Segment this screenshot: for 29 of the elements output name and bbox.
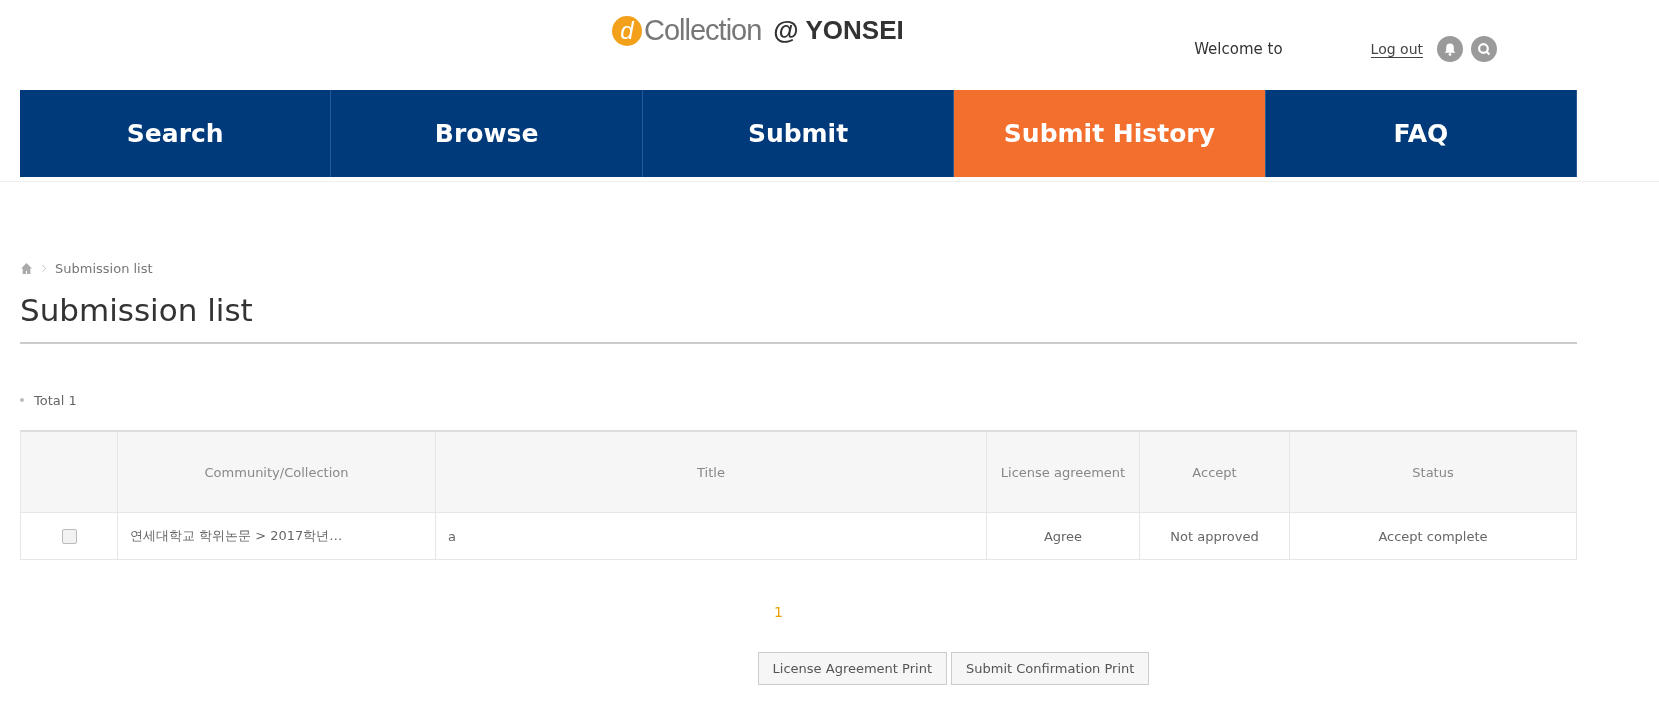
nav-tab[interactable]: Search	[20, 90, 332, 177]
logo-mark: d	[612, 15, 642, 46]
row-checkbox[interactable]	[61, 529, 77, 544]
logo-suffix: @ YONSEI	[773, 15, 904, 46]
chevron-icon	[41, 263, 47, 273]
table-cell: Accept complete	[1289, 512, 1577, 560]
table-cell: Agree	[986, 512, 1140, 560]
search-icon[interactable]	[1471, 36, 1497, 62]
table-cell: 연세대학교 학위논문 > 2017학년…	[117, 512, 436, 560]
print-button[interactable]: License Agreement Print	[757, 652, 947, 685]
welcome-text: Welcome to	[1194, 40, 1283, 58]
column-header: License agreement	[986, 431, 1140, 513]
logout-link[interactable]: Log out	[1370, 40, 1423, 58]
column-header: Status	[1289, 431, 1577, 513]
home-icon[interactable]	[20, 261, 33, 275]
column-header: Accept	[1139, 431, 1290, 513]
print-button[interactable]: Submit Confirmation Print	[951, 652, 1150, 685]
breadcrumb-item[interactable]: Submission list	[55, 260, 153, 276]
total-count: Total 1	[34, 392, 77, 408]
column-header: Community/Collection	[117, 431, 436, 513]
bullet-icon	[20, 398, 24, 402]
nav-tab[interactable]: FAQ	[1265, 90, 1578, 177]
page-heading: Submission list	[20, 292, 1577, 344]
bell-icon[interactable]	[1437, 36, 1463, 62]
table-cell: a	[435, 512, 987, 560]
table-cell: Not approved	[1139, 512, 1290, 560]
column-header: Title	[435, 431, 987, 513]
nav-tab[interactable]: Browse	[331, 90, 643, 177]
logo-text: Collection	[644, 14, 762, 47]
